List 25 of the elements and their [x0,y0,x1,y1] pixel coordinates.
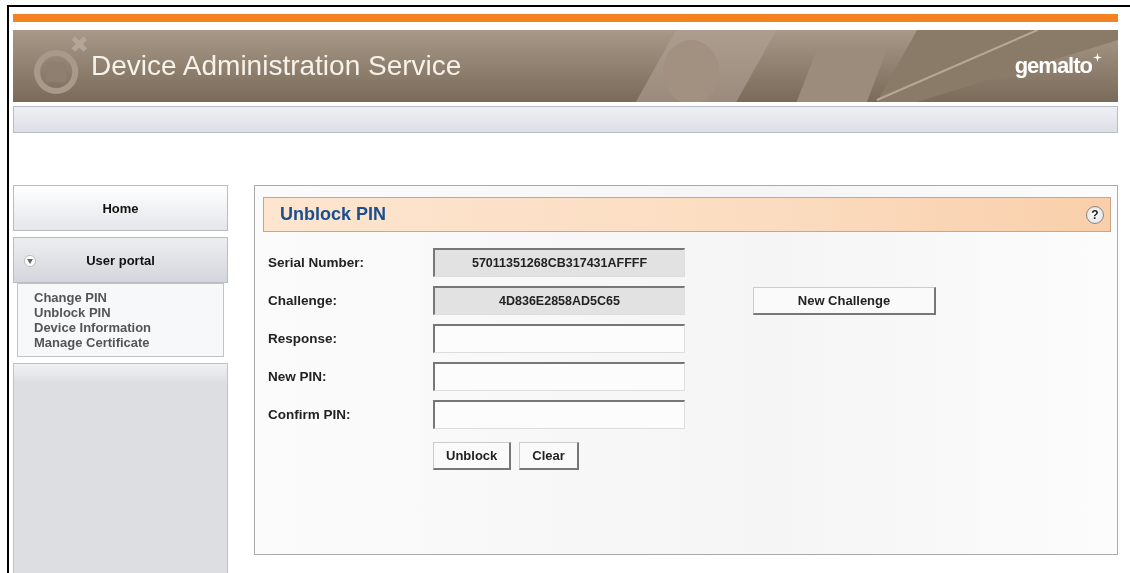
input-field[interactable] [433,400,685,429]
field-label: Serial Number: [268,255,366,270]
nav-link[interactable]: Manage Certificate [34,335,223,350]
field-label: Confirm PIN: [268,407,352,422]
nav-link[interactable]: Unblock PIN [34,305,223,320]
input-field[interactable] [433,324,685,353]
action-button[interactable]: Clear [519,442,579,470]
toggle-icon [24,255,36,267]
input-field[interactable] [433,362,685,391]
field-label: New PIN: [268,369,328,384]
input-field[interactable]: 4D836E2858AD5C65 [433,286,685,315]
star-icon [1093,53,1102,62]
brand-logo: gemalto [1014,53,1092,79]
app-title: Device Administration Service [91,50,462,82]
home-button[interactable]: Home [13,185,228,231]
nav-link[interactable]: Device Information [34,320,223,335]
action-button[interactable]: Unblock [433,442,512,470]
section-header[interactable]: User portal [13,237,228,283]
new-challenge-button[interactable]: New Challenge [753,286,936,315]
help-icon[interactable]: ? [1086,205,1104,224]
input-field[interactable]: 57011351268CB317431AFFFF [433,248,685,277]
panel-title: Unblock PIN [280,204,386,225]
field-label: Response: [268,331,339,346]
field-label: Challenge: [268,293,338,308]
nav-link[interactable]: Change PIN [34,290,223,305]
